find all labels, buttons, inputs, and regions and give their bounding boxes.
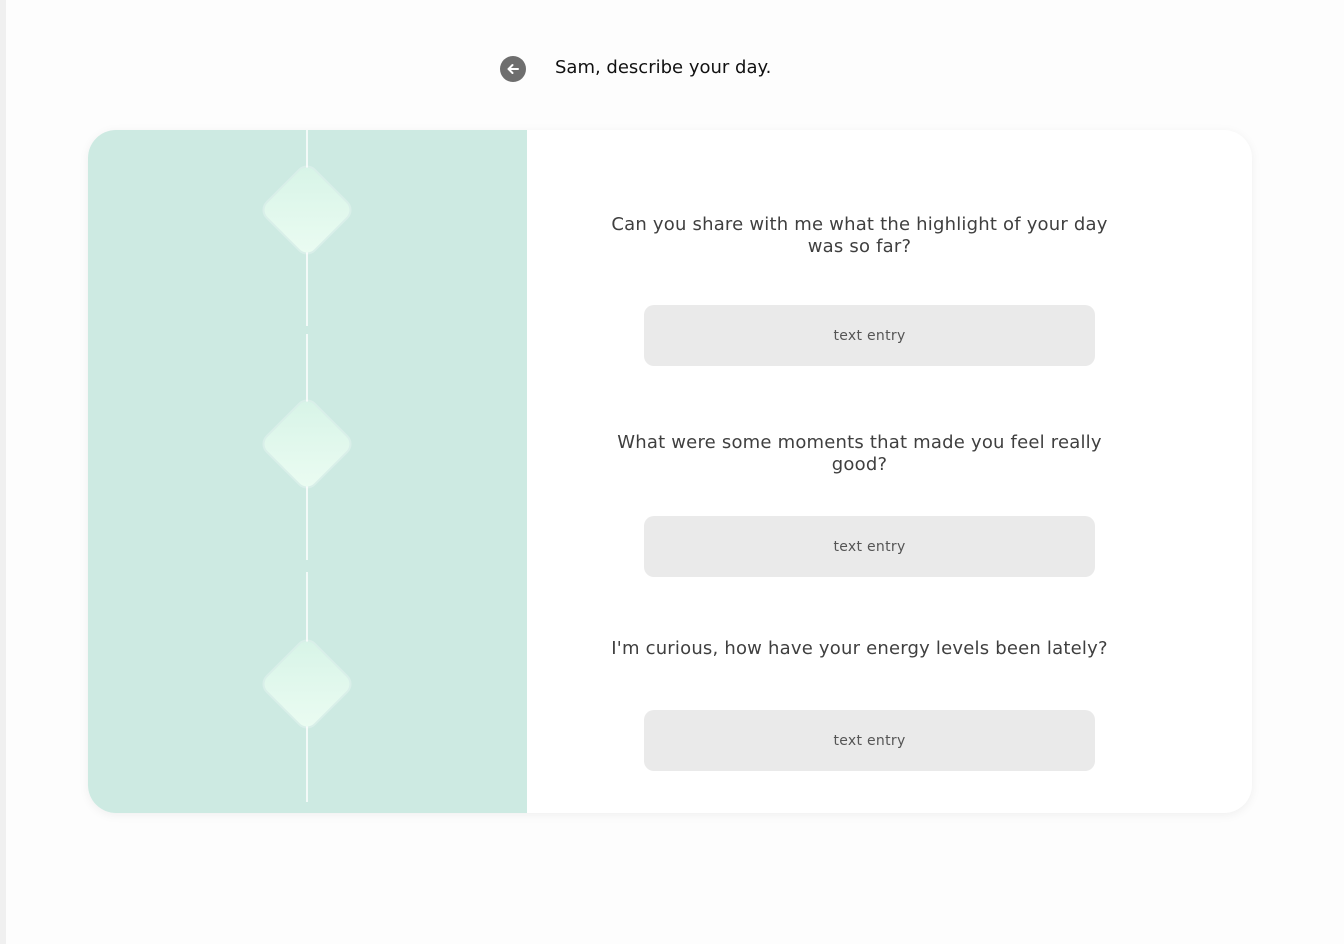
page: Sam, describe your day. Can you share wi…: [6, 0, 1344, 944]
arrow-left-icon: [506, 62, 520, 76]
question-card: Can you share with me what the highlight…: [88, 130, 1252, 813]
question-2-prompt: What were some moments that made you fee…: [617, 432, 1102, 475]
timeline-diamond-icon: [260, 397, 354, 491]
timeline-panel: [88, 130, 527, 813]
question-3-prompt: I'm curious, how have your energy levels…: [611, 638, 1108, 659]
timeline-diamond-icon: [260, 637, 354, 731]
back-button[interactable]: [500, 56, 526, 82]
header: Sam, describe your day.: [6, 0, 1344, 130]
questions-panel: Can you share with me what the highlight…: [527, 130, 1252, 813]
question-1-prompt: Can you share with me what the highlight…: [611, 214, 1108, 257]
question-1-text-entry[interactable]: text entry: [644, 305, 1095, 366]
page-title: Sam, describe your day.: [555, 57, 772, 78]
question-3-text-entry[interactable]: text entry: [644, 710, 1095, 771]
question-2-text-entry[interactable]: text entry: [644, 516, 1095, 577]
timeline-diamond-icon: [260, 163, 354, 257]
